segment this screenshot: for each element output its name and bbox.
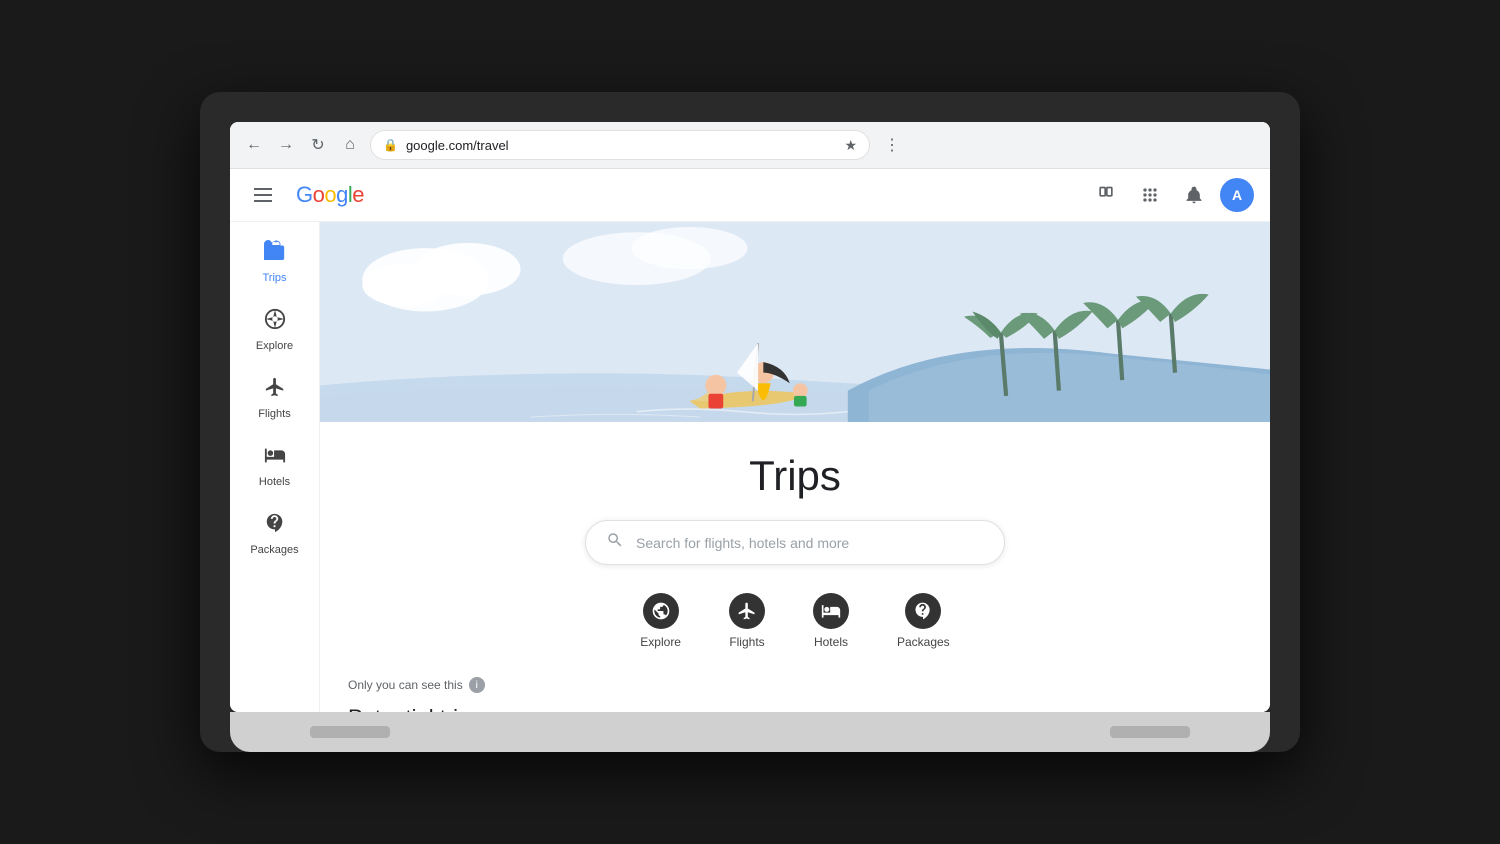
reload-button[interactable]: ↻ <box>306 133 330 157</box>
google-header: Google <box>230 169 1270 222</box>
address-bar[interactable]: 🔒 google.com/travel ★ <box>370 130 870 160</box>
bottom-section: Only you can see this i Potential trips <box>320 677 1270 712</box>
potential-trips-title: Potential trips <box>340 705 1250 712</box>
user-avatar[interactable]: A <box>1220 178 1254 212</box>
category-buttons: Explore Flights <box>628 585 961 657</box>
google-logo: Google <box>296 182 364 208</box>
back-button[interactable]: ← <box>242 133 266 157</box>
hero-section <box>320 222 1270 422</box>
chrome-browser-bar: ← → ↻ ⌂ 🔒 google.com/travel ★ ⋮ <box>230 122 1270 169</box>
trips-label: Trips <box>262 272 286 284</box>
page-content: Trips Search for flights, hotels and mor… <box>320 222 1270 712</box>
category-explore-label: Explore <box>640 635 681 649</box>
category-packages-icon <box>905 593 941 629</box>
category-explore-icon <box>643 593 679 629</box>
hero-illustration <box>320 222 1270 422</box>
google-header-right: A <box>1088 177 1254 213</box>
lock-icon: 🔒 <box>383 138 398 152</box>
forward-button[interactable]: → <box>274 133 298 157</box>
google-header-left: Google <box>246 180 364 210</box>
category-flights-button[interactable]: Flights <box>717 585 777 657</box>
laptop-container: ← → ↻ ⌂ 🔒 google.com/travel ★ ⋮ <box>200 92 1300 752</box>
bookmark-star-icon[interactable]: ★ <box>844 137 857 154</box>
laptop-hinge-left <box>310 726 390 738</box>
chrome-right-icons: ⋮ <box>878 131 906 159</box>
search-placeholder: Search for flights, hotels and more <box>636 535 849 551</box>
laptop-screen: ← → ↻ ⌂ 🔒 google.com/travel ★ ⋮ <box>230 122 1270 712</box>
url-text: google.com/travel <box>406 138 836 153</box>
category-packages-button[interactable]: Packages <box>885 585 962 657</box>
flights-icon <box>264 376 286 404</box>
sidebar-item-explore[interactable]: Explore <box>234 298 315 362</box>
category-hotels-button[interactable]: Hotels <box>801 585 861 657</box>
home-button[interactable]: ⌂ <box>338 133 362 157</box>
category-flights-icon <box>729 593 765 629</box>
central-content: Trips Search for flights, hotels and mor… <box>320 422 1270 677</box>
saved-button[interactable] <box>1088 177 1124 213</box>
packages-icon <box>264 512 286 540</box>
search-bar[interactable]: Search for flights, hotels and more <box>585 520 1005 565</box>
search-icon <box>606 531 624 554</box>
sidebar-item-flights[interactable]: Flights <box>234 366 315 430</box>
chrome-more-button[interactable]: ⋮ <box>878 131 906 159</box>
category-packages-label: Packages <box>897 635 950 649</box>
privacy-notice-text: Only you can see this <box>348 678 463 692</box>
notifications-button[interactable] <box>1176 177 1212 213</box>
browser-content: Google <box>230 169 1270 712</box>
apps-button[interactable] <box>1132 177 1168 213</box>
flights-label: Flights <box>258 408 290 420</box>
explore-label: Explore <box>256 340 293 352</box>
info-icon[interactable]: i <box>469 677 485 693</box>
main-area: Trips Explore <box>230 222 1270 712</box>
privacy-notice: Only you can see this i <box>340 677 1250 693</box>
hotels-icon <box>264 444 286 472</box>
laptop-base <box>230 712 1270 752</box>
category-flights-label: Flights <box>729 635 764 649</box>
hamburger-menu[interactable] <box>246 180 280 210</box>
hotels-label: Hotels <box>259 476 290 488</box>
sidebar-item-packages[interactable]: Packages <box>234 502 315 566</box>
category-explore-button[interactable]: Explore <box>628 585 693 657</box>
packages-label: Packages <box>250 544 298 556</box>
page-title: Trips <box>749 452 841 500</box>
sidebar-item-trips[interactable]: Trips <box>234 230 315 294</box>
category-hotels-label: Hotels <box>814 635 848 649</box>
sidebar-item-hotels[interactable]: Hotels <box>234 434 315 498</box>
explore-icon <box>264 308 286 336</box>
sidebar: Trips Explore <box>230 222 320 712</box>
trips-icon <box>264 240 286 268</box>
laptop-hinge-right <box>1110 726 1190 738</box>
category-hotels-icon <box>813 593 849 629</box>
